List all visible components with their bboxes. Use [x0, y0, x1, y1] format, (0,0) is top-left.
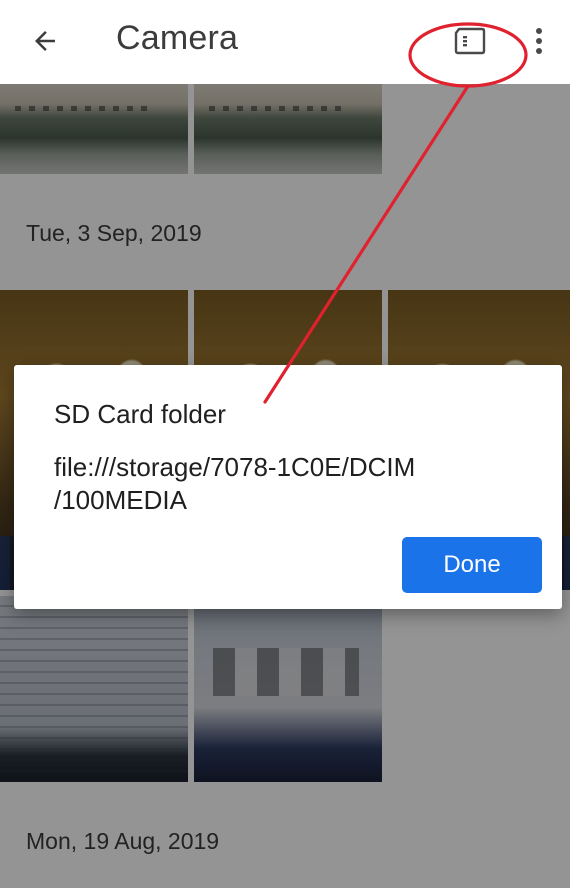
app-bar: Camera — [0, 0, 570, 84]
done-button[interactable]: Done — [402, 537, 542, 593]
more-options-button[interactable] — [522, 18, 556, 64]
sd-card-folder-dialog: SD Card folder file:///storage/7078-1C0E… — [14, 365, 562, 609]
dialog-title: SD Card folder — [54, 399, 226, 429]
page-title: Camera — [116, 19, 239, 57]
more-vert-icon — [536, 28, 542, 54]
folder-path-text: file:///storage/7078-1C0E/DCIM /100MEDIA — [54, 452, 416, 515]
gallery-screen: Tue, 3 Sep, 2019 Mon, 19 Aug, 2019 Camer… — [0, 0, 570, 888]
arrow-back-icon — [35, 31, 55, 51]
sd-card-icon — [454, 27, 486, 55]
sd-card-folder-button[interactable] — [444, 18, 496, 64]
back-button[interactable] — [22, 18, 68, 64]
